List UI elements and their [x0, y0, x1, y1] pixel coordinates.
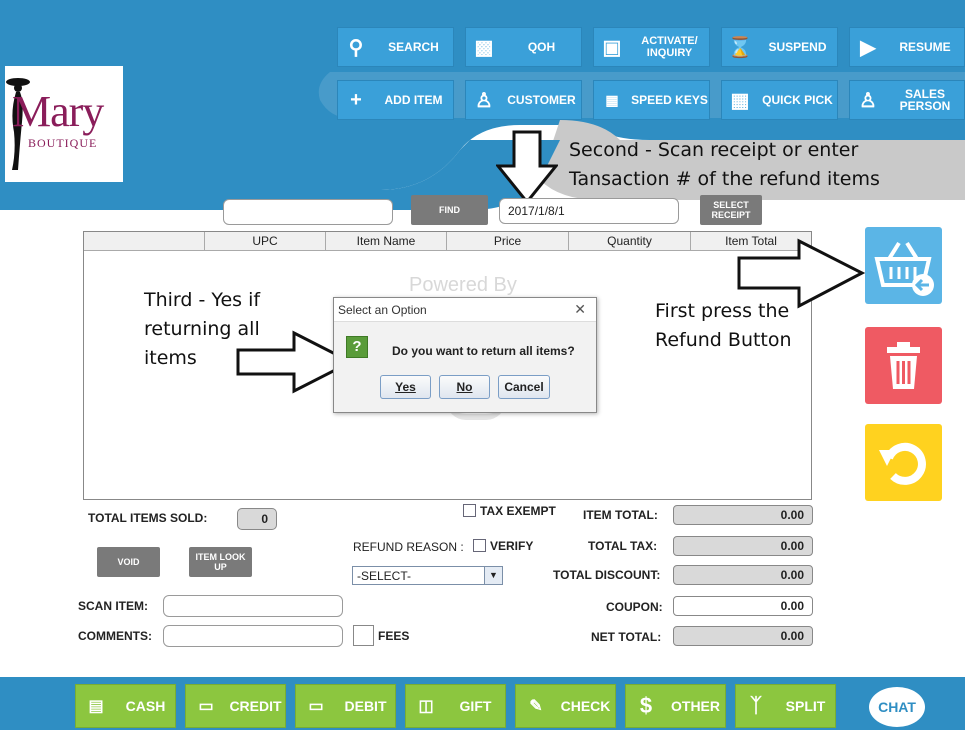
close-icon[interactable]: ✕	[574, 301, 586, 318]
refund-button[interactable]	[865, 227, 942, 304]
dollar-icon: $	[639, 693, 653, 718]
activate-inquiry-button[interactable]: ▣ ACTIVATE/ INQUIRY	[593, 27, 710, 67]
search-icon: ⚲	[348, 36, 364, 59]
search-receipt-input[interactable]	[223, 199, 393, 225]
credit-button[interactable]: ▭ CREDIT	[185, 684, 286, 728]
bar-chart-icon: ▩	[474, 36, 494, 59]
dialog-title: Select an Option	[338, 303, 427, 317]
suspend-button[interactable]: ⌛ SUSPEND	[721, 27, 838, 67]
credit-card-icon: ▭	[198, 698, 214, 715]
verify-label: VERIFY	[490, 539, 534, 553]
other-button[interactable]: $ OTHER	[625, 684, 726, 728]
plus-icon: +	[350, 88, 362, 111]
annotation-first: First press the Refund Button	[655, 300, 792, 351]
no-button[interactable]: No	[439, 375, 490, 399]
resume-button[interactable]: ▶ RESUME	[849, 27, 965, 67]
gift-button[interactable]: ◫ GIFT	[405, 684, 506, 728]
grid-icon: ▦	[730, 89, 750, 112]
check-button[interactable]: ✎ CHECK	[515, 684, 616, 728]
col-item-name: Item Name	[326, 232, 447, 250]
verify-checkbox[interactable]	[473, 539, 486, 552]
comments-label: COMMENTS:	[78, 629, 152, 643]
item-lookup-button[interactable]: ITEM LOOK UP	[189, 547, 252, 577]
table-header: UPC Item Name Price Quantity Item Total	[84, 232, 811, 251]
total-tax-value: 0.00	[673, 536, 813, 556]
trash-icon	[887, 342, 920, 389]
powered-by-watermark: Powered By	[409, 274, 517, 296]
item-total-value: 0.00	[673, 505, 813, 525]
card-icon: ▣	[602, 36, 622, 59]
add-person-icon: ♙	[475, 89, 493, 112]
logo-text: Mary	[12, 87, 104, 136]
search-button[interactable]: ⚲ SEARCH	[337, 27, 454, 67]
total-items-value: 0	[237, 508, 277, 530]
scan-item-label: SCAN ITEM:	[78, 599, 148, 613]
logo-subtext: BOUTIQUE	[28, 136, 98, 150]
col-select	[84, 232, 205, 250]
fees-label: FEES	[378, 629, 410, 643]
play-icon: ▶	[860, 36, 876, 59]
hourglass-icon: ⌛	[727, 36, 753, 59]
scan-item-input[interactable]	[163, 595, 343, 617]
debit-card-icon: ▭	[308, 698, 324, 715]
transaction-number-input[interactable]: 2017/1/8/1	[499, 198, 679, 224]
undo-icon	[879, 442, 926, 485]
void-button[interactable]: VOID	[97, 547, 160, 577]
chevron-down-icon[interactable]: ▼	[484, 567, 502, 584]
quick-pick-button[interactable]: ▦ QUICK PICK	[721, 80, 838, 120]
salesperson-icon: ♙	[859, 89, 877, 112]
comments-input[interactable]	[163, 625, 343, 647]
split-button[interactable]: ᛉ SPLIT	[735, 684, 836, 728]
add-item-button[interactable]: + ADD ITEM	[337, 80, 454, 120]
down-arrow-annotation-icon	[496, 130, 558, 204]
find-button[interactable]: FIND	[411, 195, 488, 225]
coupon-label: COUPON:	[606, 600, 663, 614]
speed-keys-button[interactable]: ▦ SPEED KEYS	[593, 80, 710, 120]
col-upc: UPC	[205, 232, 326, 250]
coupon-input[interactable]: 0.00	[673, 596, 813, 616]
debit-button[interactable]: ▭ DEBIT	[295, 684, 396, 728]
total-discount-label: TOTAL DISCOUNT:	[553, 568, 661, 582]
dialog-message: Do you want to return all items?	[392, 344, 575, 358]
refund-reason-label: REFUND REASON :	[353, 540, 464, 554]
question-icon: ?	[346, 336, 368, 358]
split-icon: ᛉ	[750, 694, 762, 717]
net-total-value: 0.00	[673, 626, 813, 646]
col-quantity: Quantity	[569, 232, 691, 250]
cash-button[interactable]: ▤ CASH	[75, 684, 176, 728]
qoh-button[interactable]: ▩ QOH	[465, 27, 582, 67]
sales-person-button[interactable]: ♙ SALES PERSON	[849, 80, 965, 120]
keypad-icon: ▦	[605, 91, 619, 108]
chat-button[interactable]: CHAT	[869, 687, 925, 727]
refund-reason-select[interactable]: -SELECT- ▼	[352, 566, 503, 585]
refund-basket-icon	[874, 241, 934, 296]
gift-icon: ◫	[418, 698, 434, 715]
fees-checkbox[interactable]	[353, 625, 374, 646]
cash-icon: ▤	[88, 698, 104, 715]
total-items-label: TOTAL ITEMS SOLD:	[88, 511, 208, 525]
item-total-label: ITEM TOTAL:	[583, 508, 658, 522]
total-discount-value: 0.00	[673, 565, 813, 585]
dialog-titlebar: Select an Option ✕	[334, 298, 596, 322]
select-receipt-button[interactable]: SELECT RECEIPT	[700, 195, 762, 225]
tax-exempt-label: TAX EXEMPT	[480, 504, 556, 518]
delete-button[interactable]	[865, 327, 942, 404]
net-total-label: NET TOTAL:	[591, 630, 662, 644]
undo-button[interactable]	[865, 424, 942, 501]
total-tax-label: TOTAL TAX:	[588, 539, 658, 553]
confirm-dialog: Select an Option ✕ ? Do you want to retu…	[333, 297, 597, 413]
check-icon: ✎	[529, 698, 543, 715]
customer-button[interactable]: ♙ CUSTOMER	[465, 80, 582, 120]
yes-button[interactable]: Yes	[380, 375, 431, 399]
annotation-second: Second - Scan receipt or enter Tansactio…	[569, 139, 880, 190]
cancel-button[interactable]: Cancel	[498, 375, 550, 399]
col-price: Price	[447, 232, 569, 250]
refund-reason-value: -SELECT-	[357, 569, 412, 583]
tax-exempt-checkbox[interactable]	[463, 504, 476, 517]
